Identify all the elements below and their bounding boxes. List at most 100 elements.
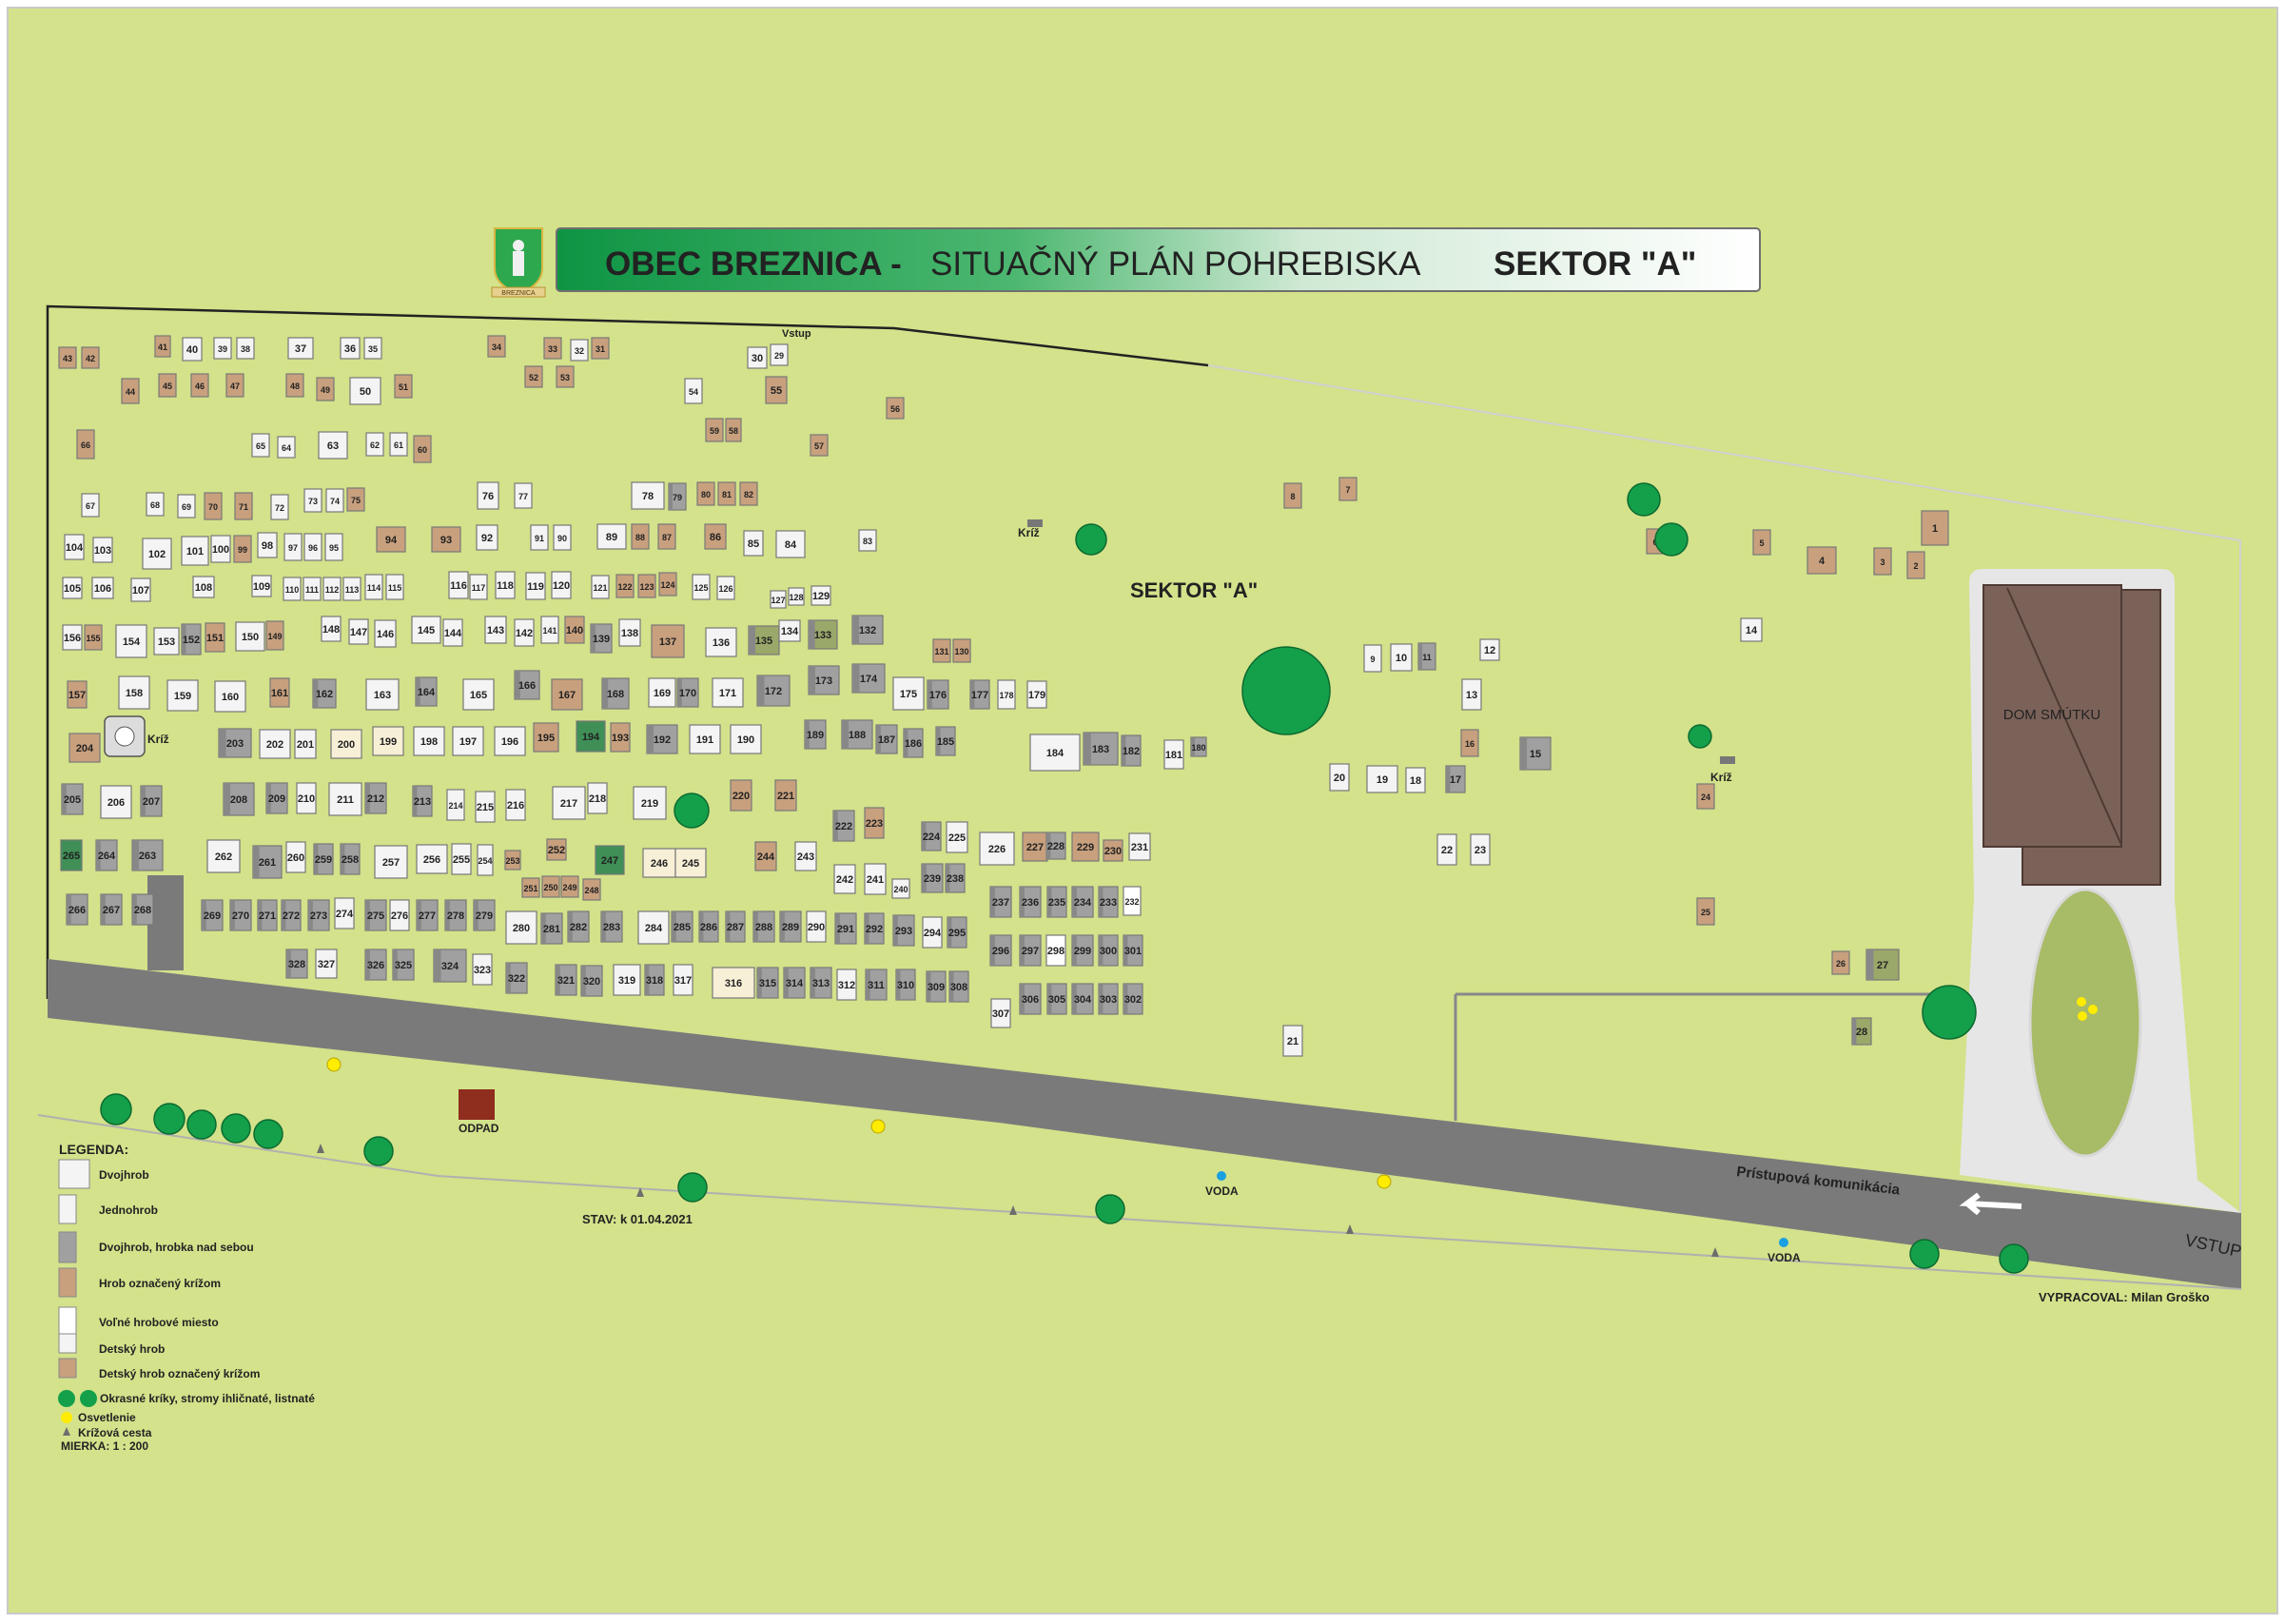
grave-plot-238[interactable]: 238 bbox=[945, 863, 966, 893]
grave-plot-84[interactable]: 84 bbox=[775, 530, 806, 558]
grave-plot-88[interactable]: 88 bbox=[631, 523, 650, 550]
grave-plot-155[interactable]: 155 bbox=[84, 624, 103, 651]
grave-plot-253[interactable]: 253 bbox=[504, 850, 521, 871]
grave-plot-80[interactable]: 80 bbox=[696, 481, 715, 506]
grave-plot-129[interactable]: 129 bbox=[810, 585, 831, 606]
grave-plot-153[interactable]: 153 bbox=[153, 627, 180, 655]
grave-plot-270[interactable]: 270 bbox=[229, 899, 252, 931]
grave-plot-119[interactable]: 119 bbox=[525, 572, 546, 600]
grave-plot-52[interactable]: 52 bbox=[524, 365, 543, 388]
grave-plot-44[interactable]: 44 bbox=[121, 378, 140, 404]
grave-plot-227[interactable]: 227 bbox=[1022, 832, 1048, 862]
grave-plot-86[interactable]: 86 bbox=[704, 523, 727, 550]
grave-plot-58[interactable]: 58 bbox=[725, 418, 742, 442]
grave-plot-203[interactable]: 203 bbox=[218, 728, 252, 758]
grave-plot-170[interactable]: 170 bbox=[676, 677, 699, 708]
grave-plot-139[interactable]: 139 bbox=[590, 623, 613, 654]
grave-plot-262[interactable]: 262 bbox=[206, 839, 241, 873]
grave-plot-256[interactable]: 256 bbox=[416, 844, 448, 874]
grave-plot-264[interactable]: 264 bbox=[95, 839, 118, 871]
grave-plot-128[interactable]: 128 bbox=[788, 587, 805, 606]
grave-plot-292[interactable]: 292 bbox=[864, 912, 885, 945]
grave-plot-132[interactable]: 132 bbox=[851, 615, 884, 645]
grave-plot-304[interactable]: 304 bbox=[1071, 983, 1094, 1015]
grave-plot-237[interactable]: 237 bbox=[989, 886, 1012, 918]
grave-plot-216[interactable]: 216 bbox=[505, 789, 526, 821]
grave-plot-56[interactable]: 56 bbox=[886, 397, 905, 420]
grave-plot-149[interactable]: 149 bbox=[265, 620, 284, 651]
grave-plot-64[interactable]: 64 bbox=[277, 436, 296, 459]
grave-plot-190[interactable]: 190 bbox=[730, 724, 762, 754]
grave-plot-257[interactable]: 257 bbox=[374, 845, 408, 879]
grave-plot-187[interactable]: 187 bbox=[875, 724, 898, 754]
grave-plot-199[interactable]: 199 bbox=[372, 726, 404, 756]
grave-plot-186[interactable]: 186 bbox=[903, 728, 924, 758]
grave-plot-189[interactable]: 189 bbox=[804, 719, 827, 750]
grave-plot-107[interactable]: 107 bbox=[130, 577, 151, 602]
grave-plot-298[interactable]: 298 bbox=[1045, 934, 1066, 967]
grave-plot-108[interactable]: 108 bbox=[192, 576, 215, 598]
grave-plot-3[interactable]: 3 bbox=[1873, 547, 1892, 576]
grave-plot-5[interactable]: 5 bbox=[1752, 529, 1771, 556]
grave-plot-144[interactable]: 144 bbox=[442, 618, 463, 647]
grave-plot-323[interactable]: 323 bbox=[472, 953, 493, 986]
grave-plot-267[interactable]: 267 bbox=[100, 893, 123, 926]
grave-plot-32[interactable]: 32 bbox=[570, 339, 589, 362]
grave-plot-51[interactable]: 51 bbox=[394, 374, 413, 399]
grave-plot-63[interactable]: 63 bbox=[318, 431, 348, 460]
grave-plot-327[interactable]: 327 bbox=[315, 949, 338, 979]
grave-plot-191[interactable]: 191 bbox=[689, 724, 721, 754]
grave-plot-168[interactable]: 168 bbox=[601, 677, 630, 710]
grave-plot-19[interactable]: 19 bbox=[1366, 765, 1398, 793]
grave-plot-249[interactable]: 249 bbox=[560, 875, 579, 898]
grave-plot-150[interactable]: 150 bbox=[235, 621, 265, 652]
grave-plot-14[interactable]: 14 bbox=[1740, 617, 1763, 642]
grave-plot-159[interactable]: 159 bbox=[166, 679, 199, 712]
grave-plot-225[interactable]: 225 bbox=[946, 821, 968, 853]
grave-plot-299[interactable]: 299 bbox=[1071, 934, 1094, 967]
grave-plot-123[interactable]: 123 bbox=[637, 574, 656, 598]
grave-plot-10[interactable]: 10 bbox=[1390, 643, 1413, 672]
grave-plot-77[interactable]: 77 bbox=[514, 482, 533, 509]
grave-plot-250[interactable]: 250 bbox=[541, 875, 560, 898]
grave-plot-246[interactable]: 246 bbox=[642, 848, 676, 878]
grave-plot-36[interactable]: 36 bbox=[340, 337, 361, 360]
grave-plot-210[interactable]: 210 bbox=[296, 782, 317, 814]
grave-plot-61[interactable]: 61 bbox=[389, 432, 408, 457]
grave-plot-328[interactable]: 328 bbox=[285, 949, 308, 979]
grave-plot-76[interactable]: 76 bbox=[477, 481, 499, 510]
grave-plot-185[interactable]: 185 bbox=[935, 726, 956, 756]
grave-plot-218[interactable]: 218 bbox=[587, 782, 608, 814]
grave-plot-309[interactable]: 309 bbox=[926, 970, 947, 1003]
grave-plot-181[interactable]: 181 bbox=[1163, 739, 1184, 770]
grave-plot-89[interactable]: 89 bbox=[596, 523, 627, 550]
grave-plot-18[interactable]: 18 bbox=[1405, 767, 1426, 793]
grave-plot-272[interactable]: 272 bbox=[281, 899, 302, 931]
grave-plot-167[interactable]: 167 bbox=[551, 678, 583, 711]
grave-plot-161[interactable]: 161 bbox=[269, 677, 290, 708]
grave-plot-124[interactable]: 124 bbox=[658, 572, 677, 597]
grave-plot-311[interactable]: 311 bbox=[865, 969, 888, 1001]
grave-plot-146[interactable]: 146 bbox=[374, 619, 397, 648]
grave-plot-98[interactable]: 98 bbox=[257, 532, 278, 558]
grave-plot-222[interactable]: 222 bbox=[832, 810, 855, 842]
grave-plot-25[interactable]: 25 bbox=[1696, 897, 1715, 926]
grave-plot-213[interactable]: 213 bbox=[412, 785, 433, 817]
grave-plot-116[interactable]: 116 bbox=[448, 571, 469, 599]
grave-plot-101[interactable]: 101 bbox=[181, 536, 209, 566]
grave-plot-226[interactable]: 226 bbox=[979, 832, 1015, 866]
grave-plot-91[interactable]: 91 bbox=[530, 524, 549, 551]
grave-plot-12[interactable]: 12 bbox=[1479, 638, 1500, 661]
grave-plot-281[interactable]: 281 bbox=[540, 912, 563, 945]
grave-plot-252[interactable]: 252 bbox=[546, 838, 567, 861]
grave-plot-308[interactable]: 308 bbox=[948, 970, 969, 1003]
grave-plot-121[interactable]: 121 bbox=[591, 575, 610, 599]
grave-plot-184[interactable]: 184 bbox=[1029, 734, 1081, 772]
grave-plot-62[interactable]: 62 bbox=[365, 432, 384, 457]
grave-plot-318[interactable]: 318 bbox=[644, 964, 665, 996]
grave-plot-259[interactable]: 259 bbox=[313, 843, 334, 875]
grave-plot-230[interactable]: 230 bbox=[1103, 839, 1123, 862]
grave-plot-104[interactable]: 104 bbox=[64, 534, 85, 560]
grave-plot-48[interactable]: 48 bbox=[285, 373, 304, 398]
grave-plot-196[interactable]: 196 bbox=[494, 726, 526, 756]
